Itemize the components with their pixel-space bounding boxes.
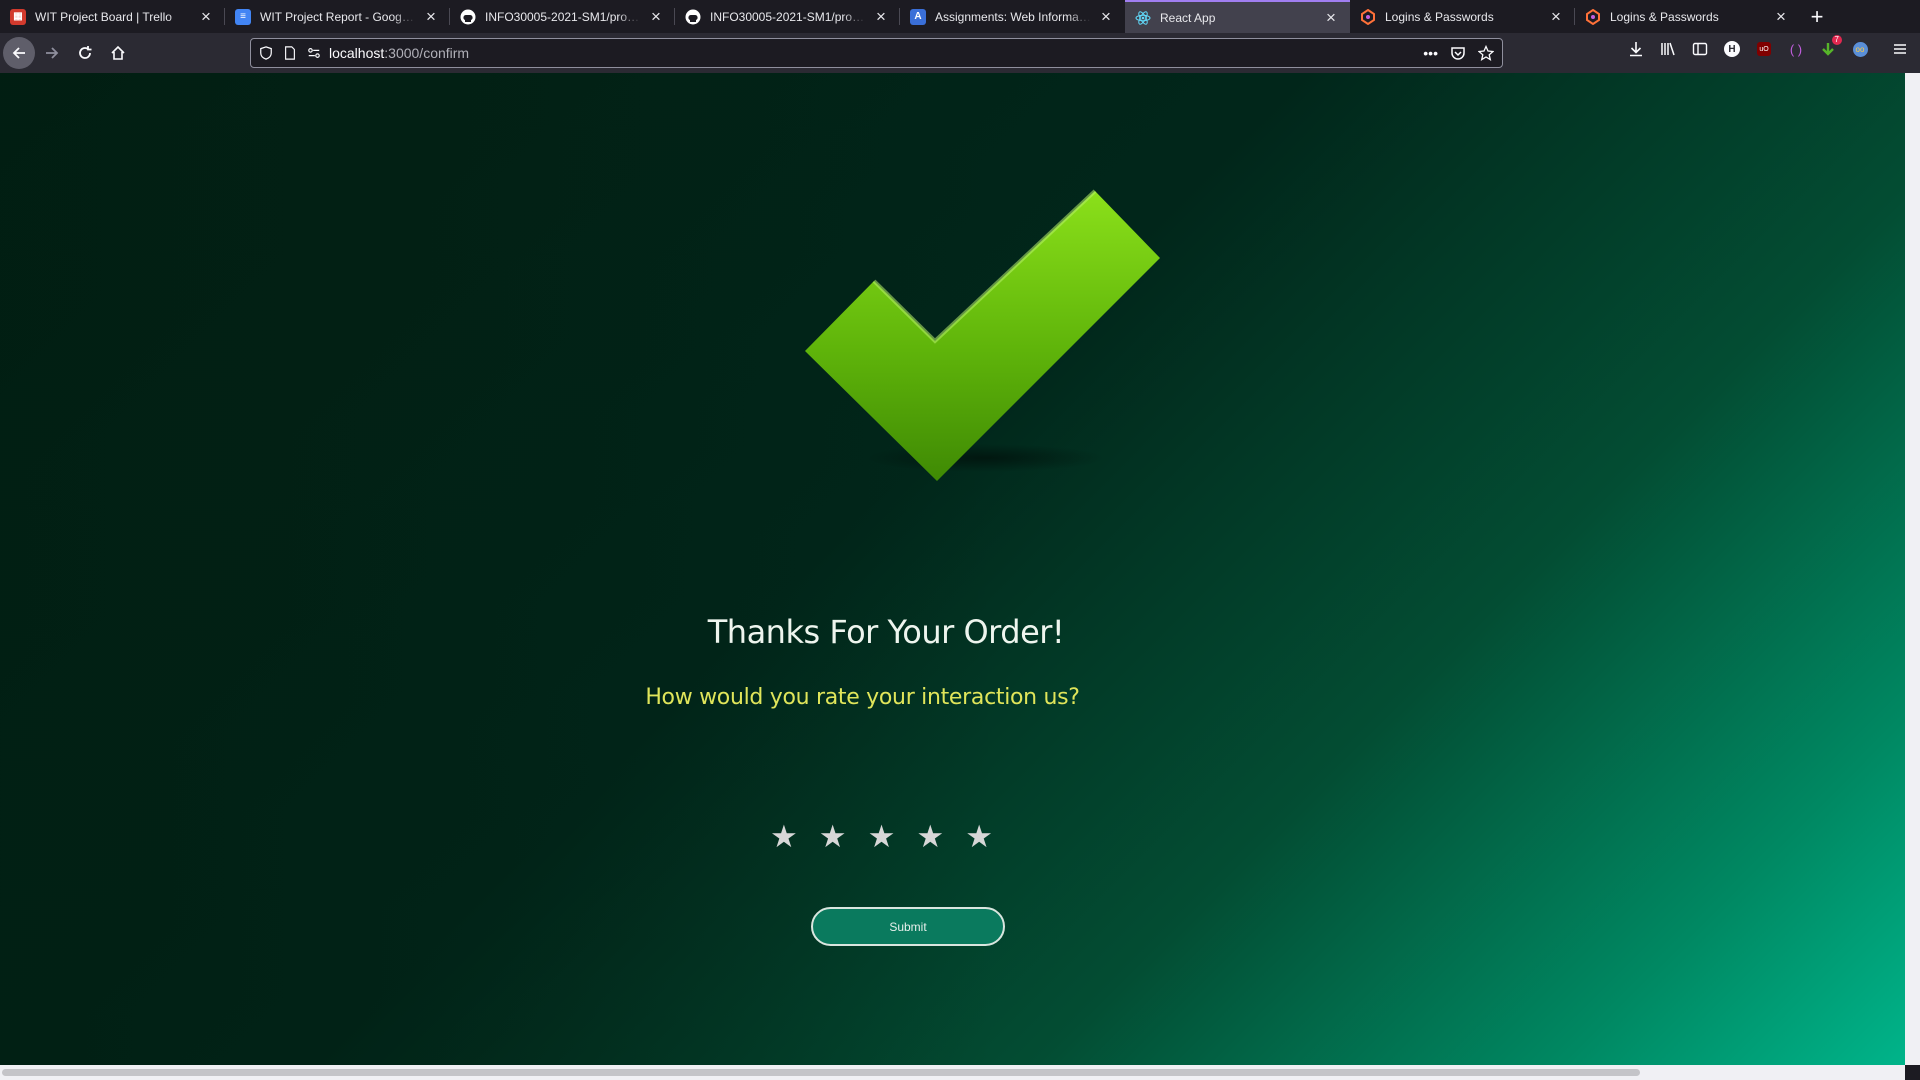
extension-brackets-button[interactable]: ( ) [1784, 37, 1808, 61]
page-icon [285, 46, 295, 60]
github-icon [460, 9, 476, 25]
new-tab-button[interactable]: + [1800, 0, 1834, 33]
page-title: Thanks For Your Order! [707, 613, 1065, 651]
extension-owl-button[interactable]: oo [1848, 37, 1872, 61]
library-icon [1661, 42, 1675, 56]
react-icon [1135, 10, 1151, 26]
star-5-icon[interactable]: ★ [965, 821, 993, 852]
close-tab-icon[interactable]: × [1772, 7, 1790, 26]
back-button[interactable] [3, 37, 35, 69]
hamburger-menu-icon [1894, 44, 1906, 54]
reload-button[interactable] [69, 37, 101, 69]
horizontal-scrollbar[interactable] [0, 1065, 1905, 1080]
star-3-icon[interactable]: ★ [868, 821, 896, 852]
library-button[interactable] [1656, 37, 1680, 61]
url-text: localhost:3000/confirm [329, 45, 469, 61]
star-4-icon[interactable]: ★ [916, 821, 944, 852]
tab-canvas[interactable]: A Assignments: Web Information × [900, 0, 1125, 33]
bookmark-star-icon[interactable] [1478, 45, 1494, 61]
tab-google-docs[interactable]: ≡ WIT Project Report - Google Docs × [225, 0, 450, 33]
extension-badge: 7 [1831, 35, 1842, 45]
ublock-icon: uO [1757, 42, 1771, 56]
tab-logins-2[interactable]: Logins & Passwords × [1575, 0, 1800, 33]
extension-h-icon: H [1724, 41, 1740, 57]
tab-title: INFO30005-2021-SM1/project [710, 9, 866, 24]
tab-title: WIT Project Board | Trello [35, 9, 172, 24]
tab-react-app[interactable]: React App × [1125, 0, 1350, 33]
page-content: Thanks For Your Order! How would you rat… [0, 73, 1905, 1065]
nav-toolbar: localhost:3000/confirm ••• H uO ( ) 7 oo [0, 33, 1920, 73]
url-path: :3000/confirm [384, 45, 470, 61]
download-icon [1630, 42, 1642, 57]
toolbar-tools: H uO ( ) 7 oo [1624, 35, 1912, 61]
arrow-left-icon [12, 47, 25, 59]
tab-bar: ▦ WIT Project Board | Trello × ≡ WIT Pro… [0, 0, 1920, 33]
tab-title: Logins & Passwords [1385, 9, 1494, 24]
lockwise-icon [1360, 8, 1376, 25]
tab-github-2[interactable]: INFO30005-2021-SM1/project × [675, 0, 900, 33]
url-bar[interactable]: localhost:3000/confirm ••• [250, 38, 1503, 68]
tab-title: INFO30005-2021-SM1/project [485, 9, 641, 24]
checkmark-icon [805, 189, 1160, 481]
close-tab-icon[interactable]: × [1097, 7, 1115, 26]
shield-icon[interactable] [259, 46, 273, 60]
sidebar-button[interactable] [1688, 37, 1712, 61]
owl-icon: oo [1852, 41, 1868, 57]
submit-button[interactable]: Submit [811, 907, 1005, 946]
arrow-right-icon [46, 47, 59, 59]
close-tab-icon[interactable]: × [197, 7, 215, 26]
trello-icon: ▦ [10, 8, 26, 25]
star-2-icon[interactable]: ★ [819, 821, 847, 852]
star-1-icon[interactable]: ★ [770, 821, 798, 852]
scrollbar-thumb[interactable] [2, 1069, 1640, 1076]
tab-title: Assignments: Web Information [935, 9, 1091, 24]
google-docs-icon: ≡ [235, 8, 251, 25]
tab-github-1[interactable]: INFO30005-2021-SM1/project × [450, 0, 675, 33]
close-tab-icon[interactable]: × [647, 7, 665, 26]
more-actions-icon[interactable]: ••• [1423, 45, 1438, 61]
tab-title: Logins & Passwords [1610, 9, 1719, 24]
permissions-icon[interactable] [307, 46, 321, 60]
forward-button[interactable] [36, 37, 68, 69]
sidebar-icon [1692, 42, 1708, 56]
downloads-button[interactable] [1624, 37, 1648, 61]
menu-button[interactable] [1888, 37, 1912, 61]
close-tab-icon[interactable]: × [872, 7, 890, 26]
tab-trello[interactable]: ▦ WIT Project Board | Trello × [0, 0, 225, 33]
close-tab-icon[interactable]: × [1322, 8, 1340, 27]
canvas-icon: A [910, 8, 926, 25]
extension-download-button[interactable]: 7 [1816, 35, 1842, 61]
plus-icon: + [1810, 3, 1824, 29]
tab-title: WIT Project Report - Google Docs [260, 9, 416, 24]
home-icon [111, 45, 125, 60]
reload-icon [79, 46, 92, 59]
star-rating: ★ ★ ★ ★ ★ [770, 821, 993, 852]
close-tab-icon[interactable]: × [1547, 7, 1565, 26]
pocket-icon[interactable] [1450, 45, 1466, 61]
home-button[interactable] [102, 37, 134, 69]
close-tab-icon[interactable]: × [422, 7, 440, 26]
tab-logins-1[interactable]: Logins & Passwords × [1350, 0, 1575, 33]
extension-h-button[interactable]: H [1720, 37, 1744, 61]
vertical-scrollbar[interactable] [1905, 73, 1920, 1065]
github-icon [685, 9, 701, 25]
rating-prompt: How would you rate your interaction us? [645, 685, 1080, 710]
url-host: localhost [329, 45, 385, 61]
lockwise-icon [1585, 8, 1601, 25]
brackets-icon: ( ) [1789, 41, 1803, 57]
tab-title: React App [1160, 10, 1216, 25]
ublock-button[interactable]: uO [1752, 37, 1776, 61]
